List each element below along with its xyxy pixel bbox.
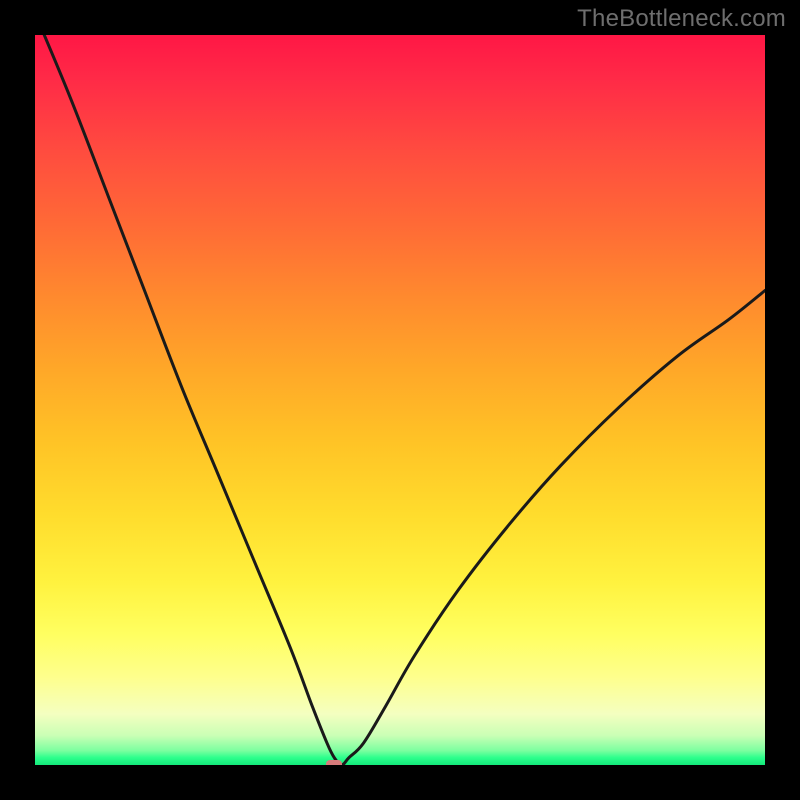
bottleneck-curve [35,35,765,765]
chart-frame: TheBottleneck.com [0,0,800,800]
optimal-point-marker [326,760,342,765]
watermark-text: TheBottleneck.com [577,5,786,33]
plot-area [35,35,765,765]
